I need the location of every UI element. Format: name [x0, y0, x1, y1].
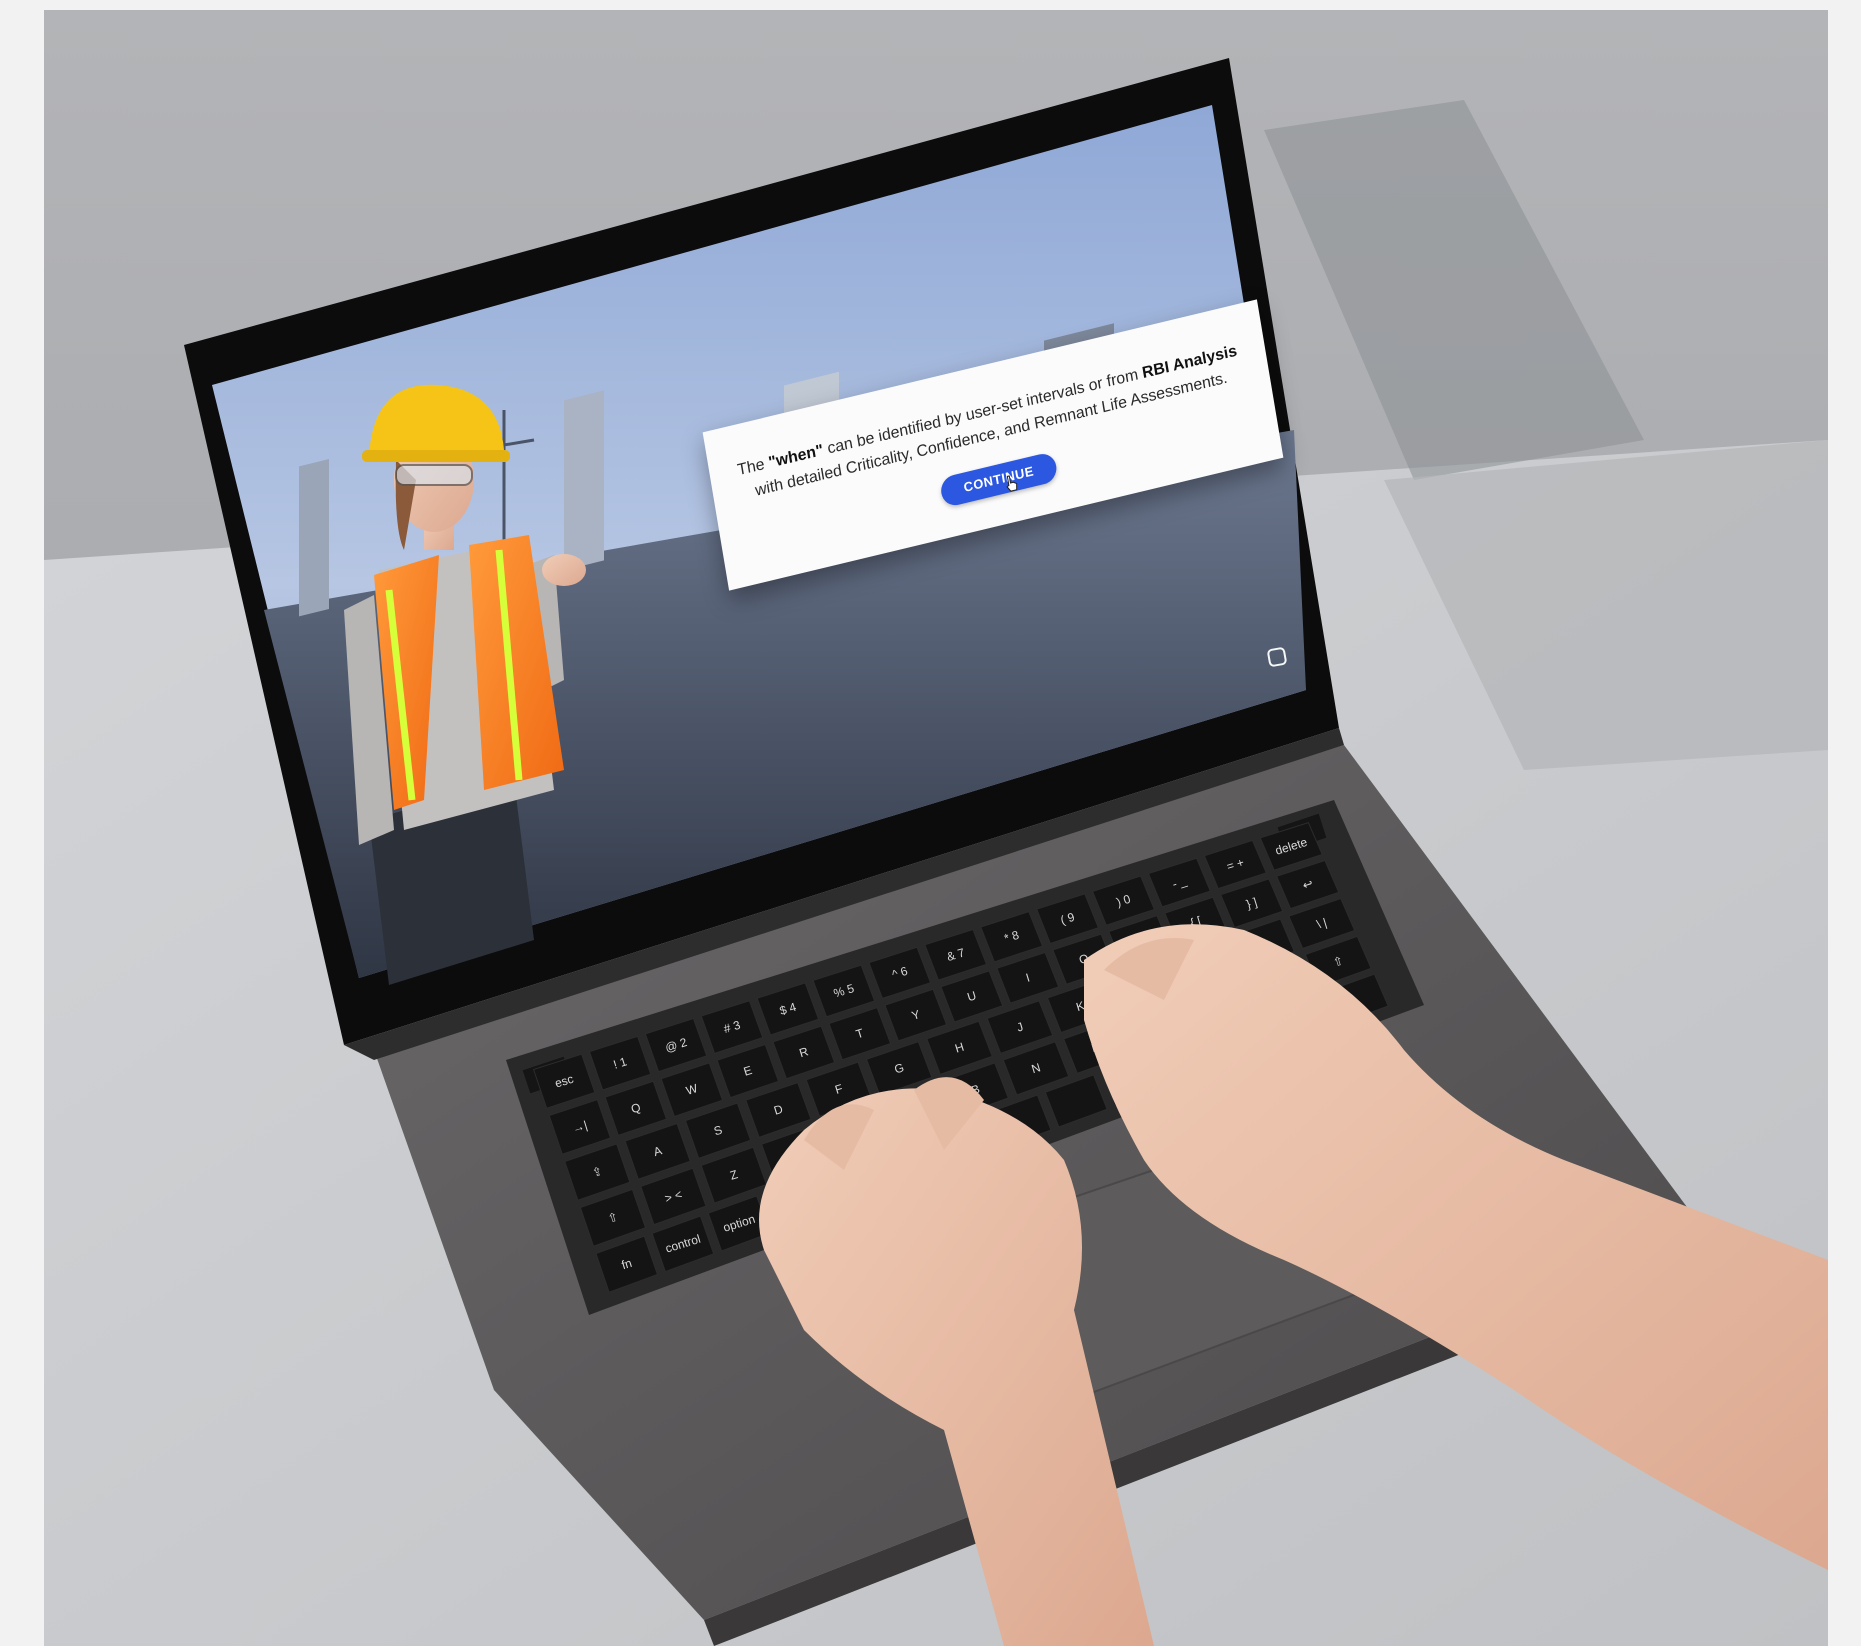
photo-scene: esc! 1@ 2# 3$ 4% 5^ 6& 7* 8( 9) 0- _= +d… — [44, 10, 1828, 1646]
hand-cursor-icon — [1006, 475, 1018, 492]
continue-button-label: CONTINUE — [962, 463, 1035, 495]
continue-button[interactable]: CONTINUE — [938, 451, 1059, 509]
fullscreen-icon[interactable] — [1266, 646, 1288, 668]
refinery-tower — [299, 458, 329, 617]
refinery-tower — [564, 390, 604, 571]
dialog-text-start: The — [736, 454, 771, 480]
laptop-photo: esc! 1 @ 2 # 3 $ 4% 5 ^ 6 & 7 * 8( 9) 0- _ = + d… — [44, 10, 1828, 1646]
